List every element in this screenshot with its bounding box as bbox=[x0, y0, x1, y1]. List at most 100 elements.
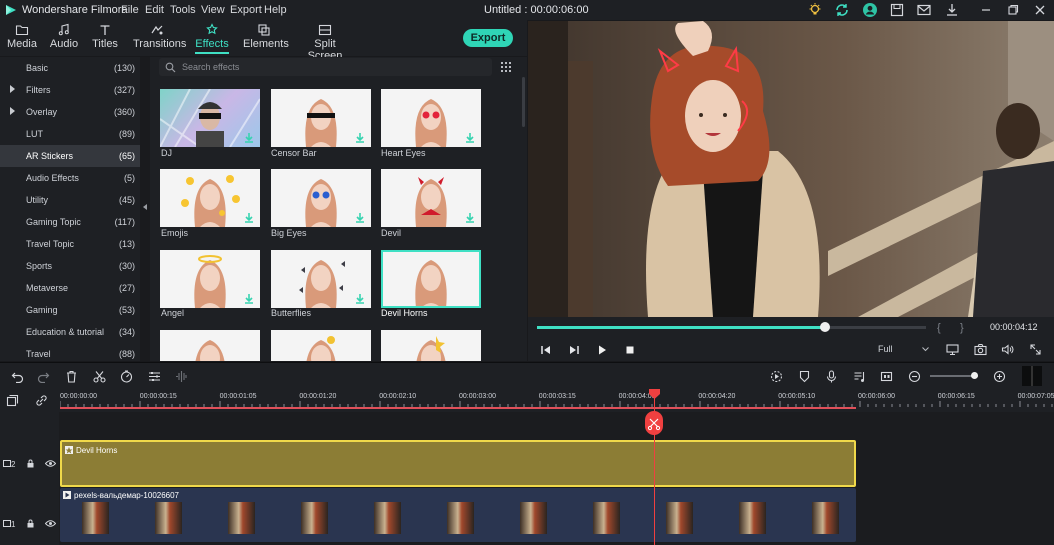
category-travel-topic[interactable]: Travel Topic (13) bbox=[0, 233, 140, 255]
audio-wave-icon[interactable] bbox=[175, 370, 188, 383]
redo-icon[interactable] bbox=[37, 370, 50, 383]
eye-icon[interactable] bbox=[45, 519, 56, 528]
stop-icon[interactable] bbox=[624, 344, 636, 356]
effect-tile-emojis[interactable] bbox=[160, 169, 260, 227]
category-education-tutorial[interactable]: Education & tutorial (34) bbox=[0, 321, 140, 343]
effect-tile-butterflies[interactable] bbox=[271, 250, 371, 308]
category-gaming[interactable]: Gaming (53) bbox=[0, 299, 140, 321]
zoom-in-icon[interactable] bbox=[993, 370, 1006, 383]
adjust-icon[interactable] bbox=[148, 370, 161, 383]
eye-icon[interactable] bbox=[45, 459, 56, 468]
category-basic[interactable]: Basic (130) bbox=[0, 57, 140, 79]
volume-icon[interactable] bbox=[1001, 343, 1014, 356]
download-icon[interactable] bbox=[244, 133, 254, 143]
timeline-ruler[interactable]: 00:00:00:00 00:00:00:15 00:00:01:05 00:00:0… bbox=[60, 390, 1054, 412]
effect-tile-censor-bar[interactable] bbox=[271, 89, 371, 147]
play-icon[interactable] bbox=[596, 344, 608, 356]
lock-icon[interactable] bbox=[26, 459, 35, 468]
category-utility[interactable]: Utility (45) bbox=[0, 189, 140, 211]
preview-progress-handle[interactable] bbox=[819, 322, 830, 332]
lock-icon[interactable] bbox=[26, 519, 35, 528]
category-travel[interactable]: Travel (88) bbox=[0, 343, 140, 361]
category-filters[interactable]: Filters (327) bbox=[0, 79, 140, 101]
effect-tile-dj[interactable] bbox=[160, 89, 260, 147]
download-icon[interactable] bbox=[465, 133, 475, 143]
zoom-select[interactable]: Full bbox=[878, 344, 893, 354]
download-icon[interactable] bbox=[355, 294, 365, 304]
category-lut[interactable]: LUT (89) bbox=[0, 123, 140, 145]
expand-arrow-icon[interactable] bbox=[10, 107, 15, 115]
download-icon[interactable] bbox=[355, 213, 365, 223]
camera-icon[interactable] bbox=[974, 343, 987, 356]
chevron-down-icon[interactable] bbox=[922, 347, 929, 352]
speed-icon[interactable] bbox=[120, 370, 133, 383]
collapse-panel-icon[interactable] bbox=[143, 204, 147, 210]
playhead-head[interactable] bbox=[649, 389, 660, 399]
sync-icon[interactable] bbox=[834, 2, 850, 18]
category-metaverse[interactable]: Metaverse (27) bbox=[0, 277, 140, 299]
tab-elements[interactable]: Elements bbox=[243, 20, 289, 56]
undo-icon[interactable] bbox=[11, 370, 24, 383]
account-icon[interactable] bbox=[862, 2, 878, 18]
save-icon[interactable] bbox=[889, 2, 905, 18]
menu-file[interactable]: File bbox=[121, 4, 139, 16]
download-icon[interactable] bbox=[244, 213, 254, 223]
mark-in-button[interactable]: { bbox=[937, 322, 941, 334]
menu-tools[interactable]: Tools bbox=[170, 4, 196, 16]
tab-media[interactable]: Media bbox=[4, 20, 40, 56]
cut-icon[interactable] bbox=[93, 370, 106, 383]
playhead-split-handle[interactable] bbox=[645, 411, 663, 435]
download-icon[interactable] bbox=[944, 2, 960, 18]
preview-progress-bar[interactable] bbox=[537, 322, 926, 332]
category-audio-effects[interactable]: Audio Effects (5) bbox=[0, 167, 140, 189]
mail-icon[interactable] bbox=[916, 2, 932, 18]
effect-tile-big-eyes[interactable] bbox=[271, 169, 371, 227]
delete-icon[interactable] bbox=[65, 370, 78, 383]
export-button[interactable]: Export bbox=[463, 29, 513, 47]
expand-arrow-icon[interactable] bbox=[10, 85, 15, 93]
effect-tile-devil-horns[interactable] bbox=[381, 250, 481, 308]
marker-icon[interactable] bbox=[798, 370, 811, 383]
effects-scrollbar[interactable] bbox=[522, 77, 525, 127]
category-ar-stickers[interactable]: AR Stickers (65) bbox=[0, 145, 140, 167]
step-forward-icon[interactable] bbox=[568, 344, 580, 356]
close-icon[interactable] bbox=[1032, 2, 1048, 18]
mark-out-button[interactable]: } bbox=[960, 322, 964, 334]
effect-tile[interactable] bbox=[381, 330, 481, 361]
link-icon[interactable] bbox=[35, 394, 48, 407]
snapshot-icon[interactable] bbox=[880, 370, 893, 383]
display-icon[interactable] bbox=[946, 343, 959, 356]
video-clip[interactable]: pexels-вальдемар-10026607 bbox=[60, 488, 856, 542]
tab-audio[interactable]: Audio bbox=[46, 20, 82, 56]
lightbulb-icon[interactable] bbox=[807, 2, 823, 18]
audio-meter-toggle[interactable] bbox=[1022, 366, 1042, 386]
zoom-out-icon[interactable] bbox=[908, 370, 921, 383]
minimize-icon[interactable] bbox=[978, 2, 994, 18]
fullscreen-icon[interactable] bbox=[1029, 343, 1042, 356]
zoom-slider-handle[interactable] bbox=[971, 372, 978, 379]
tab-effects[interactable]: Effects bbox=[195, 20, 229, 56]
add-track-icon[interactable] bbox=[6, 394, 19, 407]
maximize-icon[interactable] bbox=[1005, 2, 1021, 18]
category-sports[interactable]: Sports (30) bbox=[0, 255, 140, 277]
effect-tile-devil[interactable] bbox=[381, 169, 481, 227]
effect-tile-angel[interactable] bbox=[160, 250, 260, 308]
tab-transitions[interactable]: Transitions bbox=[133, 20, 186, 56]
menu-view[interactable]: View bbox=[201, 4, 225, 16]
grid-view-icon[interactable] bbox=[501, 62, 511, 72]
tab-titles[interactable]: Titles bbox=[88, 20, 122, 56]
microphone-icon[interactable] bbox=[825, 370, 838, 383]
category-gaming-topic[interactable]: Gaming Topic (117) bbox=[0, 211, 140, 233]
audio-mixer-icon[interactable] bbox=[853, 370, 866, 383]
category-overlay[interactable]: Overlay (360) bbox=[0, 101, 140, 123]
effect-tile[interactable] bbox=[271, 330, 371, 361]
effect-clip-devil-horns[interactable]: Devil Horns bbox=[60, 440, 856, 487]
menu-help[interactable]: Help bbox=[264, 4, 287, 16]
menu-edit[interactable]: Edit bbox=[145, 4, 164, 16]
effect-tile-heart-eyes[interactable] bbox=[381, 89, 481, 147]
search-effects-input[interactable]: Search effects bbox=[159, 58, 492, 76]
download-icon[interactable] bbox=[465, 213, 475, 223]
effect-tile[interactable] bbox=[160, 330, 260, 361]
step-back-icon[interactable] bbox=[540, 344, 552, 356]
menu-export[interactable]: Export bbox=[230, 4, 262, 16]
